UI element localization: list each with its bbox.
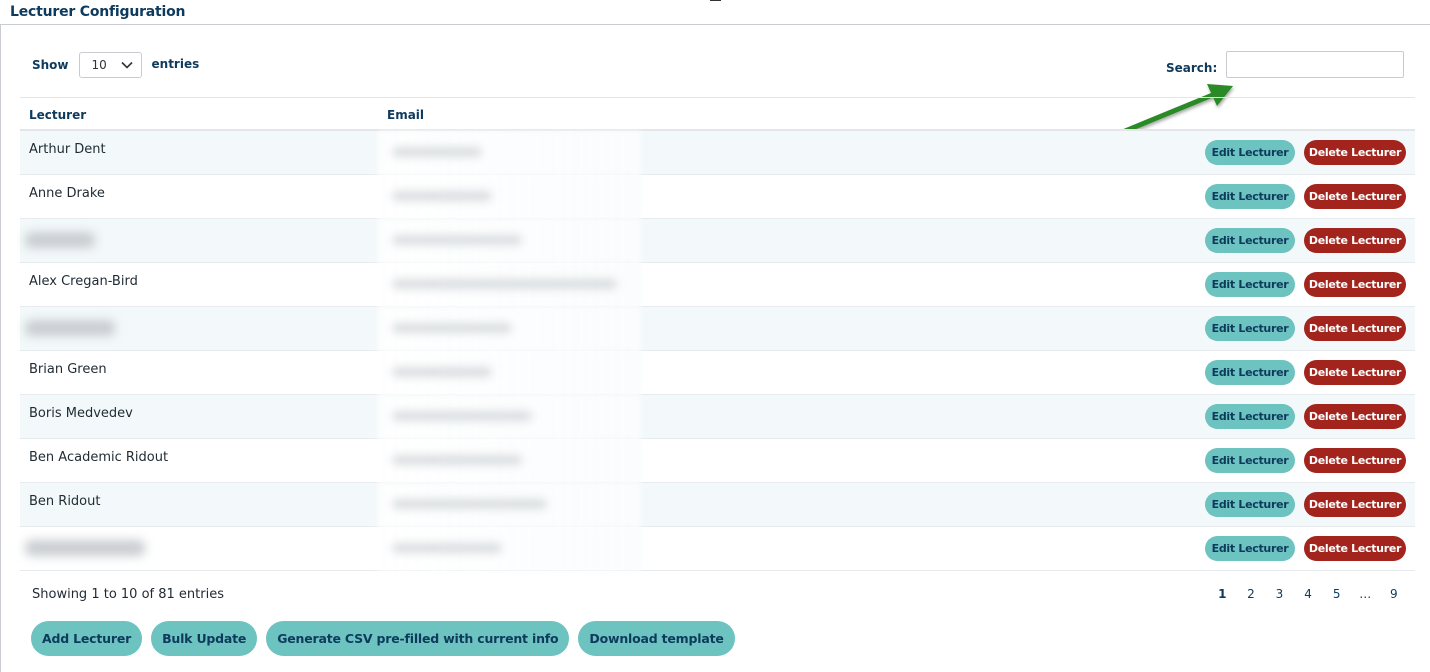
table-info: Showing 1 to 10 of 81 entries: [32, 587, 224, 602]
redacted-name: [25, 320, 115, 336]
delete-lecturer-button[interactable]: Delete Lecturer: [1304, 228, 1406, 253]
lecturer-name: Anne Drake: [29, 186, 105, 201]
page-title: Lecturer Configuration: [10, 4, 186, 20]
redacted-email: [378, 527, 641, 571]
panel-left-border: [0, 24, 1, 672]
edit-lecturer-button[interactable]: Edit Lecturer: [1205, 272, 1295, 297]
generate-csv-button[interactable]: Generate CSV pre-filled with current inf…: [266, 621, 570, 656]
table-row: Ben Ridout Edit Lecturer Delete Lecturer: [20, 483, 1415, 527]
redacted-email: [378, 263, 641, 307]
redacted-name: [25, 232, 95, 248]
add-lecturer-button[interactable]: Add Lecturer: [31, 621, 143, 656]
search-input[interactable]: [1226, 51, 1405, 78]
edit-lecturer-button[interactable]: Edit Lecturer: [1205, 492, 1295, 517]
column-header-email[interactable]: Email: [387, 108, 424, 122]
lecturer-name: Alex Cregan-Bird: [29, 274, 138, 289]
download-template-button[interactable]: Download template: [578, 621, 735, 656]
delete-lecturer-button[interactable]: Delete Lecturer: [1304, 492, 1406, 517]
table-row: Edit Lecturer Delete Lecturer: [20, 527, 1415, 571]
table-row: Alex Cregan-Bird Edit Lecturer Delete Lect…: [20, 263, 1415, 307]
edit-lecturer-button[interactable]: Edit Lecturer: [1205, 448, 1295, 473]
redacted-email: [378, 307, 641, 351]
edit-lecturer-button[interactable]: Edit Lecturer: [1205, 140, 1295, 165]
edit-lecturer-button[interactable]: Edit Lecturer: [1205, 316, 1295, 341]
delete-lecturer-button[interactable]: Delete Lecturer: [1304, 404, 1406, 429]
page-link-5[interactable]: 5: [1322, 587, 1351, 601]
length-control: Show 10 entries: [32, 52, 199, 78]
edit-lecturer-button[interactable]: Edit Lecturer: [1205, 536, 1295, 561]
table-row: Ben Academic Ridout Edit Lecturer Delete L…: [20, 439, 1415, 483]
table-row: Brian Green Edit Lecturer Delete Lecturer: [20, 351, 1415, 395]
lecturer-name: Ben Academic Ridout: [29, 450, 169, 465]
delete-lecturer-button[interactable]: Delete Lecturer: [1304, 272, 1406, 297]
redacted-email: [378, 439, 641, 483]
lecturer-name: Ben Ridout: [29, 494, 101, 509]
page-link-2[interactable]: 2: [1237, 587, 1266, 601]
edit-lecturer-button[interactable]: Edit Lecturer: [1205, 360, 1295, 385]
redacted-email: [378, 395, 641, 439]
delete-lecturer-button[interactable]: Delete Lecturer: [1304, 184, 1406, 209]
lecturer-table: Lecturer Email Arthur Dent Edit Lecturer D…: [20, 97, 1415, 571]
pagination: 1 2 3 4 5 … 9: [1208, 587, 1408, 601]
edit-lecturer-button[interactable]: Edit Lecturer: [1205, 404, 1295, 429]
table-header: Lecturer Email: [20, 97, 1415, 131]
redacted-email: [378, 131, 641, 175]
redacted-name: [25, 540, 145, 556]
redacted-email: [378, 483, 641, 527]
redacted-email: [378, 351, 641, 395]
table-row: Anne Drake Edit Lecturer Delete Lecturer: [20, 175, 1415, 219]
chevron-down-icon: [120, 61, 133, 69]
bulk-update-button[interactable]: Bulk Update: [151, 621, 258, 656]
edit-lecturer-button[interactable]: Edit Lecturer: [1205, 228, 1295, 253]
page-link-4[interactable]: 4: [1294, 587, 1323, 601]
page-link-3[interactable]: 3: [1265, 587, 1294, 601]
delete-lecturer-button[interactable]: Delete Lecturer: [1304, 448, 1406, 473]
delete-lecturer-button[interactable]: Delete Lecturer: [1304, 536, 1406, 561]
lecturer-name: Brian Green: [29, 362, 107, 377]
pagination-ellipsis: …: [1359, 587, 1372, 601]
page-link-9[interactable]: 9: [1380, 587, 1409, 601]
table-body: Arthur Dent Edit Lecturer Delete Lecturer A…: [20, 131, 1415, 571]
entries-select-value: 10: [91, 58, 107, 72]
edit-lecturer-button[interactable]: Edit Lecturer: [1205, 184, 1295, 209]
action-bar: Add Lecturer Bulk Update Generate CSV pr…: [31, 621, 735, 656]
redacted-email: [378, 175, 641, 219]
search-control: Search:: [1166, 51, 1405, 78]
top-edge-mark: [710, 0, 721, 1]
show-label: Show: [32, 58, 69, 72]
lecturer-name: Boris Medvedev: [29, 406, 133, 421]
delete-lecturer-button[interactable]: Delete Lecturer: [1304, 360, 1406, 385]
page-link-1[interactable]: 1: [1208, 587, 1237, 601]
lecturer-name: Arthur Dent: [29, 142, 106, 157]
entries-label: entries: [151, 57, 200, 71]
table-row: Edit Lecturer Delete Lecturer: [20, 307, 1415, 351]
search-label: Search:: [1166, 60, 1218, 75]
title-divider: [0, 24, 1430, 25]
table-row: Arthur Dent Edit Lecturer Delete Lecturer: [20, 131, 1415, 175]
entries-select[interactable]: 10: [78, 52, 142, 78]
delete-lecturer-button[interactable]: Delete Lecturer: [1304, 140, 1406, 165]
column-header-lecturer[interactable]: Lecturer: [29, 108, 86, 122]
table-row: Edit Lecturer Delete Lecturer: [20, 219, 1415, 263]
table-row: Boris Medvedev Edit Lecturer Delete Lectur…: [20, 395, 1415, 439]
delete-lecturer-button[interactable]: Delete Lecturer: [1304, 316, 1406, 341]
redacted-email: [378, 219, 641, 263]
